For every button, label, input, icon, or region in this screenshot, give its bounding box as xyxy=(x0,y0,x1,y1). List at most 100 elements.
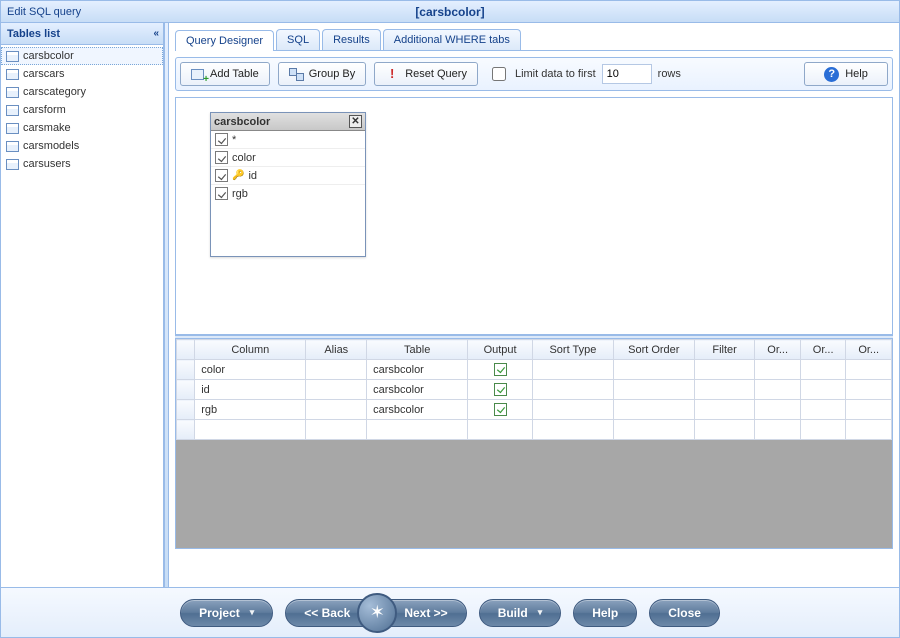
column-header[interactable]: Sort Type xyxy=(532,340,613,360)
cell-empty[interactable] xyxy=(846,420,892,440)
limit-checkbox[interactable] xyxy=(492,67,506,81)
project-label: Project xyxy=(199,606,240,620)
cell-empty[interactable] xyxy=(532,420,613,440)
tab-sql[interactable]: SQL xyxy=(276,29,320,50)
footer-help-button[interactable]: Help xyxy=(573,599,637,627)
cell-empty[interactable] xyxy=(532,380,613,400)
cell-empty[interactable] xyxy=(846,380,892,400)
cell-empty[interactable] xyxy=(613,380,694,400)
cell-table[interactable]: carsbcolor xyxy=(367,380,468,400)
cell-empty[interactable] xyxy=(800,380,846,400)
field-checkbox[interactable] xyxy=(215,151,228,164)
field-row[interactable]: * xyxy=(211,131,365,149)
output-check-icon[interactable] xyxy=(494,383,507,396)
sidebar-item-carsmodels[interactable]: carsmodels xyxy=(1,137,163,155)
row-header[interactable] xyxy=(177,420,195,440)
table-row[interactable]: rgb carsbcolor xyxy=(177,400,892,420)
close-button[interactable]: Close xyxy=(649,599,720,627)
cell-column[interactable]: color xyxy=(195,360,306,380)
limit-label: Limit data to first xyxy=(515,68,596,80)
row-header[interactable] xyxy=(177,360,195,380)
sidebar-item-carscars[interactable]: carscars xyxy=(1,65,163,83)
cell-empty[interactable] xyxy=(846,400,892,420)
cell-empty[interactable] xyxy=(613,420,694,440)
column-header[interactable]: Alias xyxy=(306,340,367,360)
cell-column[interactable]: id xyxy=(195,380,306,400)
sidebar-item-carscategory[interactable]: carscategory xyxy=(1,83,163,101)
cell-output[interactable] xyxy=(468,360,533,380)
project-button[interactable]: Project▾ xyxy=(180,599,273,627)
cell-empty[interactable] xyxy=(800,400,846,420)
column-header[interactable]: Table xyxy=(367,340,468,360)
cell-empty[interactable] xyxy=(800,420,846,440)
cell-empty[interactable] xyxy=(532,360,613,380)
sidebar-item-carsusers[interactable]: carsusers xyxy=(1,155,163,173)
cell-empty[interactable] xyxy=(694,400,755,420)
cell-empty[interactable] xyxy=(694,380,755,400)
column-header[interactable]: Column xyxy=(195,340,306,360)
cell-empty[interactable] xyxy=(468,420,533,440)
cell-empty[interactable] xyxy=(694,360,755,380)
criteria-grid[interactable]: ColumnAliasTableOutputSort TypeSort Orde… xyxy=(176,339,892,440)
column-header[interactable]: Or... xyxy=(846,340,892,360)
column-header[interactable]: Or... xyxy=(800,340,846,360)
tab-query-designer[interactable]: Query Designer xyxy=(175,30,274,51)
column-header[interactable]: Output xyxy=(468,340,533,360)
cell-alias[interactable] xyxy=(306,360,367,380)
column-header[interactable]: Filter xyxy=(694,340,755,360)
cell-empty[interactable] xyxy=(195,420,306,440)
output-check-icon[interactable] xyxy=(494,363,507,376)
field-row[interactable]: rgb xyxy=(211,185,365,202)
cell-empty[interactable] xyxy=(306,420,367,440)
cell-empty[interactable] xyxy=(532,400,613,420)
cell-empty[interactable] xyxy=(755,400,801,420)
collapse-sidebar-icon[interactable]: « xyxy=(153,28,157,39)
toolbar: Add Table Group By ! Reset Query Limit d… xyxy=(175,57,893,91)
cell-empty[interactable] xyxy=(755,360,801,380)
add-table-button[interactable]: Add Table xyxy=(180,62,270,86)
cell-output[interactable] xyxy=(468,380,533,400)
table-window[interactable]: carsbcolor ✕ *color🔑idrgb xyxy=(210,112,366,257)
tab-additional-where-tabs[interactable]: Additional WHERE tabs xyxy=(383,29,521,50)
table-row[interactable]: id carsbcolor xyxy=(177,380,892,400)
field-row[interactable]: 🔑id xyxy=(211,167,365,185)
sidebar-item-carsform[interactable]: carsform xyxy=(1,101,163,119)
sidebar-item-carsbcolor[interactable]: carsbcolor xyxy=(1,47,163,65)
column-header[interactable]: Sort Order xyxy=(613,340,694,360)
column-header[interactable]: Or... xyxy=(755,340,801,360)
cell-table[interactable]: carsbcolor xyxy=(367,360,468,380)
sidebar-item-carsmake[interactable]: carsmake xyxy=(1,119,163,137)
field-row[interactable]: color xyxy=(211,149,365,167)
cell-empty[interactable] xyxy=(846,360,892,380)
cell-output[interactable] xyxy=(468,400,533,420)
table-row-empty[interactable] xyxy=(177,420,892,440)
tab-results[interactable]: Results xyxy=(322,29,381,50)
cell-alias[interactable] xyxy=(306,400,367,420)
limit-input[interactable] xyxy=(602,64,652,84)
reset-query-button[interactable]: ! Reset Query xyxy=(374,62,478,86)
field-checkbox[interactable] xyxy=(215,169,228,182)
row-header[interactable] xyxy=(177,380,195,400)
cell-column[interactable]: rgb xyxy=(195,400,306,420)
cell-empty[interactable] xyxy=(755,420,801,440)
cell-table[interactable]: carsbcolor xyxy=(367,400,468,420)
output-check-icon[interactable] xyxy=(494,403,507,416)
row-header[interactable] xyxy=(177,400,195,420)
cell-empty[interactable] xyxy=(800,360,846,380)
cell-empty[interactable] xyxy=(694,420,755,440)
cell-alias[interactable] xyxy=(306,380,367,400)
close-icon[interactable]: ✕ xyxy=(349,115,362,128)
cell-empty[interactable] xyxy=(755,380,801,400)
table-window-header[interactable]: carsbcolor ✕ xyxy=(211,113,365,131)
cell-empty[interactable] xyxy=(613,400,694,420)
group-by-button[interactable]: Group By xyxy=(278,62,366,86)
field-checkbox[interactable] xyxy=(215,133,228,146)
table-row[interactable]: color carsbcolor xyxy=(177,360,892,380)
cell-empty[interactable] xyxy=(613,360,694,380)
run-button[interactable]: ✶ xyxy=(357,593,397,633)
build-button[interactable]: Build▾ xyxy=(479,599,562,627)
cell-empty[interactable] xyxy=(367,420,468,440)
help-button[interactable]: ? Help xyxy=(804,62,888,86)
diagram-area[interactable]: carsbcolor ✕ *color🔑idrgb xyxy=(175,97,893,335)
field-checkbox[interactable] xyxy=(215,187,228,200)
